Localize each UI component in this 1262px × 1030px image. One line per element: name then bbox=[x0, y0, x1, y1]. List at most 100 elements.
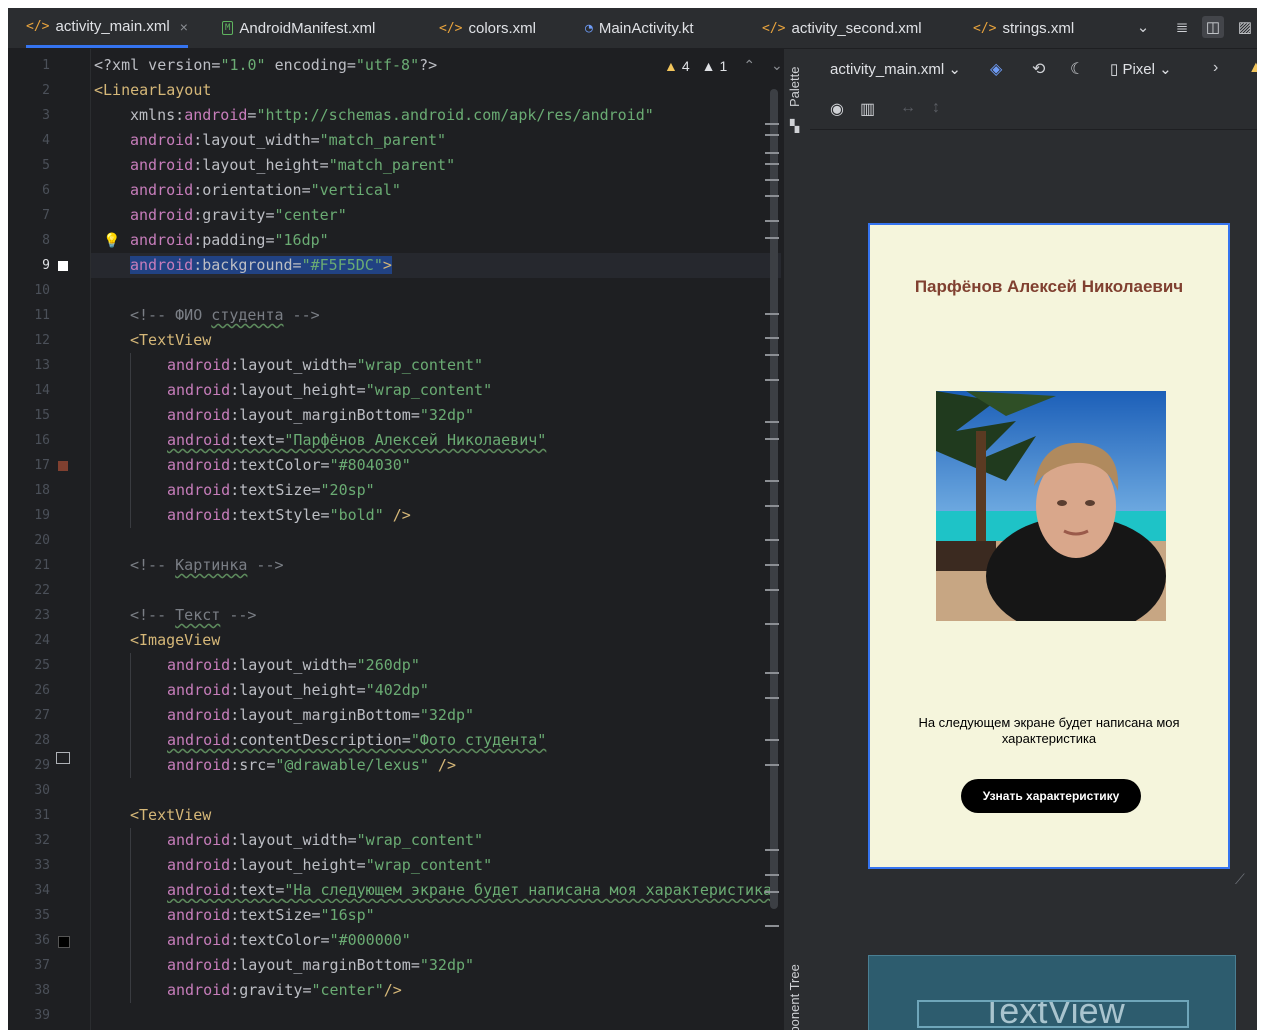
design-toolbar-secondary: ◉ ▥ ↔ ↕ bbox=[810, 89, 1257, 130]
code-line: android:layout_marginBottom="32dp" bbox=[167, 956, 475, 974]
design-view-icon[interactable]: ▨ bbox=[1234, 16, 1256, 38]
design-toolbar: activity_main.xml ⌄ ◈ ⟲ ☾ ▯ Pixel ⌄ › ▲ bbox=[810, 49, 1257, 89]
image-preview-icon[interactable] bbox=[56, 752, 70, 764]
preview-name-text: Парфёнов Алексей Николаевич bbox=[914, 277, 1184, 296]
code-view-icon[interactable]: ≣ bbox=[1171, 16, 1193, 38]
tab-label: AndroidManifest.xml bbox=[239, 19, 376, 37]
night-mode-icon[interactable]: ☾ bbox=[1070, 59, 1084, 79]
tab-label: activity_main.xml bbox=[55, 18, 170, 35]
color-swatch-icon[interactable] bbox=[58, 936, 70, 948]
code-line: android:layout_height="wrap_content" bbox=[167, 856, 493, 874]
code-line: <TextView bbox=[130, 806, 212, 824]
code-line: android:layout_width="wrap_content" bbox=[167, 831, 484, 849]
chevron-right-icon[interactable]: › bbox=[1213, 59, 1218, 77]
code-line: android:layout_height="match_parent" bbox=[130, 156, 456, 174]
color-swatch-icon[interactable] bbox=[58, 461, 68, 471]
second-screen-preview[interactable]: TextView bbox=[868, 955, 1236, 1030]
manifest-icon: M bbox=[222, 21, 234, 35]
code-line-selected: android:background="#F5F5DC"> bbox=[130, 256, 392, 274]
ide-window: </> activity_main.xml × M AndroidManifes… bbox=[8, 8, 1257, 1030]
code-line: <!-- Текст --> bbox=[130, 606, 257, 624]
tab-label: activity_second.xml bbox=[791, 19, 922, 37]
component-tree-toggle[interactable]: Component Tree bbox=[787, 964, 802, 1030]
photo-image bbox=[936, 391, 1166, 621]
tab-activity-main[interactable]: </> activity_main.xml × bbox=[26, 8, 188, 48]
phone-preview[interactable]: Парфёнов Алексей Николаевич На следующем… bbox=[868, 223, 1230, 869]
kotlin-icon: ◔ bbox=[585, 20, 593, 36]
editor-tab-bar: </> activity_main.xml × M AndroidManifes… bbox=[8, 8, 1257, 49]
code-line: <!-- Картинка --> bbox=[130, 556, 284, 574]
xml-icon: </> bbox=[762, 20, 786, 36]
side-tool-strip: Palette ▚ Component Tree bbox=[783, 49, 811, 1030]
code-line: android:textSize="16sp" bbox=[167, 906, 375, 924]
palette-icon[interactable]: ▚ bbox=[790, 119, 799, 133]
code-line: <LinearLayout bbox=[94, 81, 212, 99]
tab-label: colors.xml bbox=[468, 19, 536, 37]
code-line: android:gravity="center" bbox=[130, 206, 347, 224]
tab-strings[interactable]: </> strings.xml bbox=[973, 8, 1074, 48]
tab-label: MainActivity.kt bbox=[598, 19, 694, 37]
device-dropdown[interactable]: ▯ Pixel ⌄ bbox=[1110, 60, 1172, 78]
palette-toggle[interactable]: Palette bbox=[787, 67, 802, 107]
textview-placeholder: TextView bbox=[917, 1000, 1189, 1028]
code-line: android:layout_width="wrap_content" bbox=[167, 356, 484, 374]
code-line: android:padding="16dp" bbox=[130, 231, 329, 249]
code-line: <ImageView bbox=[130, 631, 221, 649]
code-line: android:text="Парфёнов Алексей Николаеви… bbox=[167, 431, 547, 449]
preview-description-text: На следующем экране будет написана моя х… bbox=[918, 715, 1180, 746]
code-editor[interactable]: 1 2 3 4 5 6 7 8 9 10 11 12 13 14 15 16 1… bbox=[8, 49, 783, 1030]
code-line: <!-- ФИО студента --> bbox=[130, 306, 320, 324]
code-line: android:contentDescription="Фото студент… bbox=[167, 731, 547, 749]
tab-activity-second[interactable]: </> activity_second.xml bbox=[762, 8, 922, 48]
student-photo bbox=[936, 391, 1166, 621]
code-line: android:orientation="vertical" bbox=[130, 181, 401, 199]
code-line: android:textStyle="bold" /> bbox=[167, 506, 411, 524]
code-line: android:src="@drawable/lexus" /> bbox=[167, 756, 456, 774]
editor-scrollbar[interactable] bbox=[770, 89, 778, 909]
code-line: android:textColor="#000000" bbox=[167, 931, 411, 949]
code-line: android:layout_height="402dp" bbox=[167, 681, 429, 699]
lightbulb-icon[interactable]: 💡 bbox=[103, 233, 120, 247]
code-line: <TextView bbox=[130, 331, 212, 349]
xml-icon: </> bbox=[26, 19, 50, 34]
xml-icon: </> bbox=[439, 20, 463, 36]
chevron-down-icon[interactable]: ⌄ bbox=[771, 57, 783, 74]
code-line: android:layout_marginBottom="32dp" bbox=[167, 406, 475, 424]
layout-file-dropdown[interactable]: activity_main.xml ⌄ bbox=[830, 60, 961, 78]
xml-icon: </> bbox=[973, 20, 997, 36]
line-gutter: 1 2 3 4 5 6 7 8 9 10 11 12 13 14 15 16 1… bbox=[8, 49, 120, 1030]
vertical-resize-icon[interactable]: ↕ bbox=[932, 99, 940, 117]
code-line: android:layout_marginBottom="32dp" bbox=[167, 706, 475, 724]
tab-main-activity[interactable]: ◔ MainActivity.kt bbox=[585, 8, 694, 48]
tab-label: strings.xml bbox=[1002, 19, 1075, 37]
warning-icon: ▲ bbox=[664, 57, 678, 74]
tab-android-manifest[interactable]: M AndroidManifest.xml bbox=[222, 8, 375, 48]
code-line: xmlns:android="http://schemas.android.co… bbox=[130, 106, 654, 124]
columns-icon[interactable]: ▥ bbox=[860, 99, 875, 119]
code-line: android:textColor="#804030" bbox=[167, 456, 411, 474]
design-preview-panel: activity_main.xml ⌄ ◈ ⟲ ☾ ▯ Pixel ⌄ › ▲ … bbox=[810, 49, 1257, 1030]
warning-icon[interactable]: ▲ bbox=[1248, 59, 1257, 77]
code-line: android:layout_width="match_parent" bbox=[130, 131, 447, 149]
orientation-icon[interactable]: ⟲ bbox=[1032, 59, 1045, 79]
close-icon[interactable]: × bbox=[180, 19, 188, 35]
chevron-up-icon[interactable]: ⌃ bbox=[743, 57, 755, 74]
code-line: android:gravity="center"/> bbox=[167, 981, 402, 999]
design-surface-icon[interactable]: ◈ bbox=[990, 59, 1002, 79]
chevron-down-icon[interactable]: ⌄ bbox=[1132, 16, 1154, 38]
code-line: android:layout_width="260dp" bbox=[167, 656, 420, 674]
code-line: android:text="На следующем экране будет … bbox=[167, 881, 773, 899]
weak-warning-icon: ▲ bbox=[701, 57, 716, 74]
tab-colors[interactable]: </> colors.xml bbox=[439, 8, 536, 48]
horizontal-resize-icon[interactable]: ↔ bbox=[900, 99, 916, 117]
eye-icon[interactable]: ◉ bbox=[830, 99, 844, 119]
code-line: android:layout_height="wrap_content" bbox=[167, 381, 493, 399]
color-swatch-icon[interactable] bbox=[58, 261, 68, 271]
code-line: android:textSize="20sp" bbox=[167, 481, 375, 499]
learn-characteristic-button[interactable]: Узнать характеристику bbox=[961, 779, 1141, 813]
resize-handle-icon[interactable]: ⟋ bbox=[1235, 871, 1245, 888]
split-view-icon[interactable]: ◫ bbox=[1202, 16, 1224, 38]
phone-icon: ▯ bbox=[1110, 61, 1119, 78]
code-line: <?xml version="1.0" encoding="utf-8"?> bbox=[94, 56, 438, 74]
inspection-widget[interactable]: ▲ 4 ▲ 1 ⌃ ⌄ bbox=[664, 57, 783, 74]
